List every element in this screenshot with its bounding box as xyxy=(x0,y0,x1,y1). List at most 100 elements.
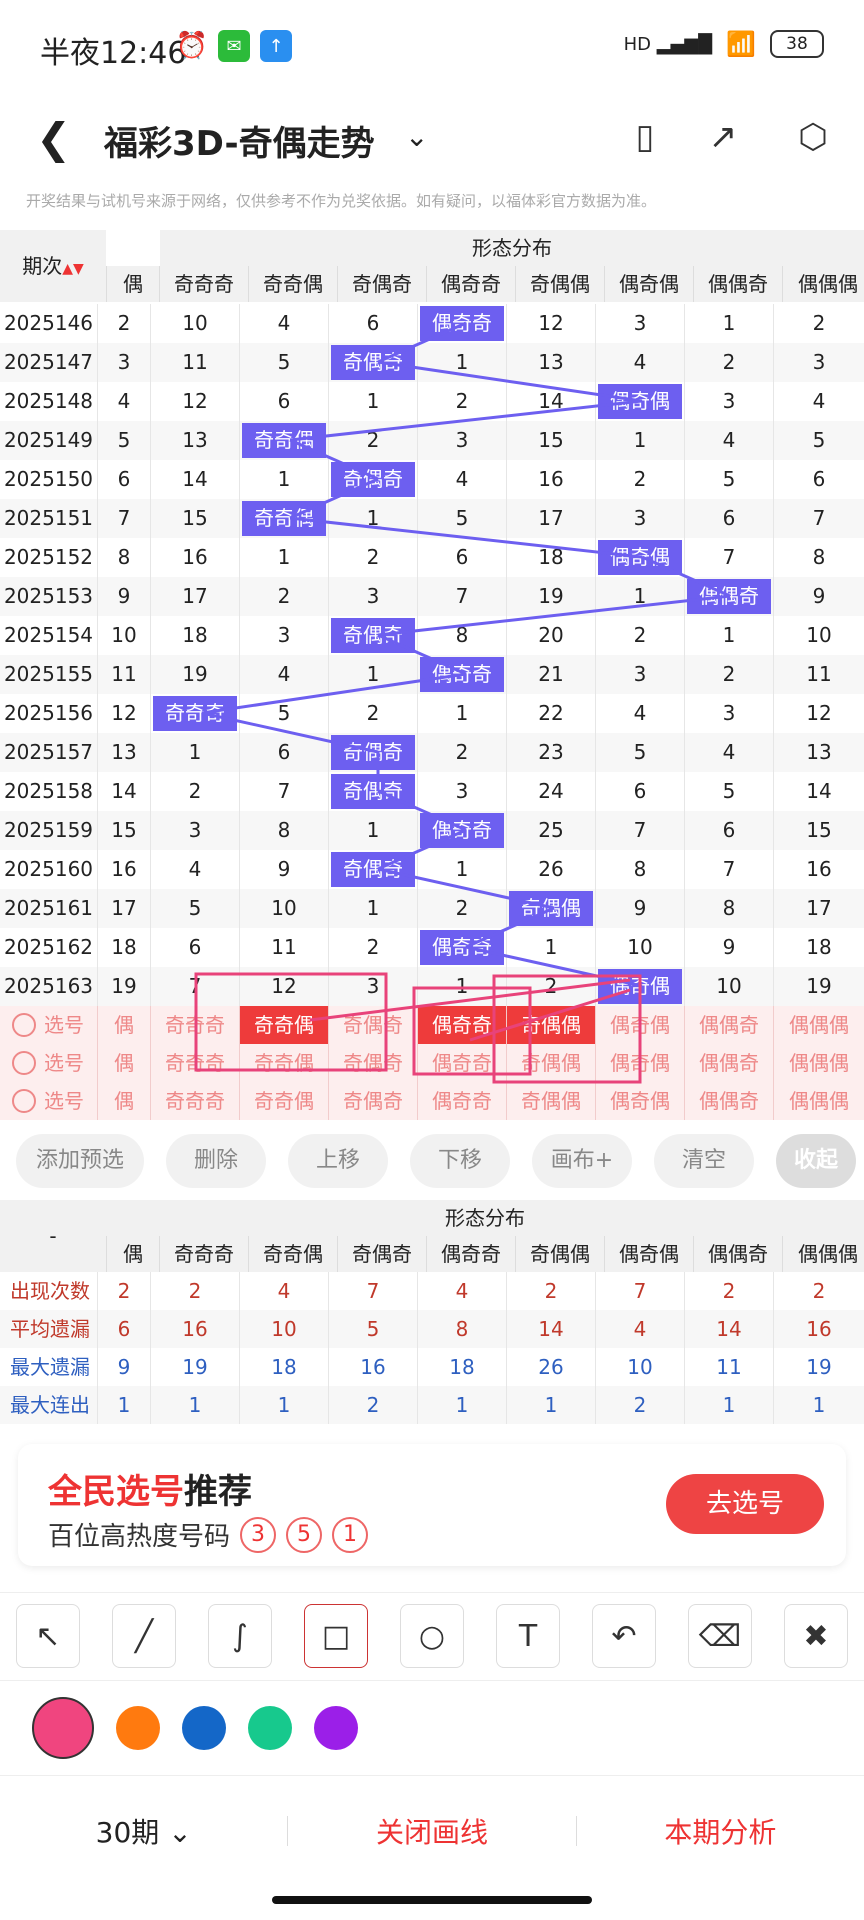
pick-cell[interactable]: 偶奇偶 xyxy=(595,1006,684,1044)
color-swatch[interactable] xyxy=(314,1706,358,1750)
settings-icon[interactable]: ⬡ xyxy=(786,110,840,164)
action-bar: 添加预选 删除 上移 下移 画布+ 清空 收起 xyxy=(0,1126,864,1196)
freehand-tool-icon[interactable]: ∫ xyxy=(208,1604,272,1668)
pick-cell[interactable]: 奇奇奇 xyxy=(150,1006,239,1044)
circle-tool-icon[interactable]: ○ xyxy=(400,1604,464,1668)
pick-cell[interactable]: 偶偶奇 xyxy=(684,1044,773,1082)
radio-icon[interactable] xyxy=(12,1013,36,1037)
pick-cell[interactable]: 偶奇奇 xyxy=(417,1044,506,1082)
clear-tool-icon[interactable]: ✖ xyxy=(784,1604,848,1668)
add-preselect-button[interactable]: 添加预选 xyxy=(16,1134,144,1188)
pick-cell[interactable]: 偶偶奇 xyxy=(684,1082,773,1120)
rectangle-tool-icon[interactable]: □ xyxy=(304,1604,368,1668)
radio-icon[interactable] xyxy=(12,1089,36,1113)
page-title[interactable]: 福彩3D-奇偶走势 xyxy=(104,116,375,165)
period-cell: 2025160 xyxy=(3,857,94,881)
period-select[interactable]: 30期 ⌄ xyxy=(0,1811,287,1851)
pick-cell[interactable]: 偶偶奇 xyxy=(684,1006,773,1044)
sort-icon[interactable]: ▲▼ xyxy=(62,261,84,277)
table-cell: 3 xyxy=(684,694,773,733)
pick-cell[interactable]: 偶奇奇 xyxy=(417,1006,506,1044)
promo-subtitle: 百位高热度号码 3 5 1 xyxy=(48,1516,369,1553)
pick-cell[interactable]: 偶奇偶 xyxy=(595,1044,684,1082)
pick-cell[interactable]: 奇偶偶 xyxy=(506,1044,595,1082)
stats-cell: 18 xyxy=(239,1348,328,1386)
arrow-tool-icon[interactable]: ↖ xyxy=(16,1604,80,1668)
stats-cell: 4 xyxy=(239,1272,328,1310)
table-cell: 2 xyxy=(328,421,417,460)
pick-cell[interactable]: 奇奇偶 xyxy=(239,1082,328,1120)
back-icon[interactable]: ❮ xyxy=(36,114,71,164)
color-swatch[interactable] xyxy=(116,1706,160,1750)
table-cell: 12 xyxy=(97,694,150,733)
stats-group-header: 形态分布 xyxy=(106,1200,864,1236)
close-line-button[interactable]: 关闭画线 xyxy=(288,1811,575,1851)
hit-badge: 奇偶奇 xyxy=(331,618,415,653)
table-cell: 2 xyxy=(328,538,417,577)
stats-cell: 1 xyxy=(506,1386,595,1424)
pick-cell[interactable]: 偶偶偶 xyxy=(773,1082,864,1120)
color-swatch[interactable] xyxy=(248,1706,292,1750)
pick-label[interactable]: 选号 xyxy=(0,1044,97,1082)
hit-badge: 奇偶奇 xyxy=(331,774,415,809)
color-swatch[interactable] xyxy=(32,1697,94,1759)
home-indicator[interactable] xyxy=(272,1896,592,1904)
pick-cell[interactable]: 奇奇偶 xyxy=(239,1006,328,1044)
stats-cell: 1 xyxy=(684,1386,773,1424)
pick-cell[interactable]: 奇偶奇 xyxy=(328,1082,417,1120)
pick-cell[interactable]: 偶 xyxy=(97,1044,150,1082)
pick-label-text: 选号 xyxy=(44,1013,84,1037)
color-swatch[interactable] xyxy=(182,1706,226,1750)
table-cell: 6 xyxy=(417,538,506,577)
collapse-button[interactable]: 收起 xyxy=(776,1134,856,1188)
move-down-button[interactable]: 下移 xyxy=(410,1134,510,1188)
pick-cell[interactable]: 奇偶偶 xyxy=(506,1006,595,1044)
period-cell: 2025149 xyxy=(3,428,94,452)
pick-cell[interactable]: 偶奇奇 xyxy=(417,1082,506,1120)
phone-layout-icon[interactable]: ▯ xyxy=(618,110,672,164)
canvas-button[interactable]: 画布+ xyxy=(532,1134,632,1188)
eraser-tool-icon[interactable]: ⌫ xyxy=(688,1604,752,1668)
period-header[interactable]: 期次▲▼ xyxy=(0,230,106,302)
chevron-down-icon[interactable]: ⌄ xyxy=(405,120,428,153)
analysis-button[interactable]: 本期分析 xyxy=(577,1811,864,1851)
undo-tool-icon[interactable]: ↶ xyxy=(592,1604,656,1668)
go-pick-button[interactable]: 去选号 xyxy=(666,1474,824,1534)
share-icon[interactable]: ↗ xyxy=(696,110,750,164)
pick-cell[interactable]: 奇奇偶 xyxy=(239,1044,328,1082)
pick-cell[interactable]: 偶偶偶 xyxy=(773,1006,864,1044)
stats-cell: 2 xyxy=(150,1272,239,1310)
table-row: 2025149 5 13 奇奇偶 2 3 15 1 4 5 xyxy=(0,421,864,460)
pick-cell[interactable]: 偶奇偶 xyxy=(595,1082,684,1120)
pick-cell[interactable]: 奇奇奇 xyxy=(150,1082,239,1120)
pick-label[interactable]: 选号 xyxy=(0,1006,97,1044)
table-cell: 6 xyxy=(684,811,773,850)
pick-cell[interactable]: 偶偶偶 xyxy=(773,1044,864,1082)
pick-cell[interactable]: 偶 xyxy=(97,1082,150,1120)
table-cell: 6 xyxy=(773,460,864,499)
pick-label[interactable]: 选号 xyxy=(0,1082,97,1120)
hd-label: HD xyxy=(623,33,652,55)
table-cell: 25 xyxy=(506,811,595,850)
table-cell: 偶奇偶 xyxy=(595,967,684,1006)
stats-label: 出现次数 xyxy=(10,1279,90,1303)
table-cell: 3 xyxy=(684,382,773,421)
delete-button[interactable]: 删除 xyxy=(166,1134,266,1188)
pick-cell[interactable]: 奇偶奇 xyxy=(328,1006,417,1044)
stats-cell: 7 xyxy=(328,1272,417,1310)
table-cell: 2 xyxy=(150,772,239,811)
clear-button[interactable]: 清空 xyxy=(654,1134,754,1188)
radio-icon[interactable] xyxy=(12,1051,36,1075)
stats-cell: 16 xyxy=(328,1348,417,1386)
pick-cell[interactable]: 偶 xyxy=(97,1006,150,1044)
pick-cell[interactable]: 奇偶偶 xyxy=(506,1082,595,1120)
pick-cell[interactable]: 奇偶奇 xyxy=(328,1044,417,1082)
move-up-button[interactable]: 上移 xyxy=(288,1134,388,1188)
stats-cell: 4 xyxy=(595,1310,684,1348)
pick-cell[interactable]: 奇奇奇 xyxy=(150,1044,239,1082)
line-tool-icon[interactable]: ╱ xyxy=(112,1604,176,1668)
stats-row: 最大连出 1 1 1 2 1 1 2 1 1 xyxy=(0,1386,864,1424)
stats-cell: 19 xyxy=(773,1348,864,1386)
text-tool-icon[interactable]: T xyxy=(496,1604,560,1668)
table-cell: 13 xyxy=(506,343,595,382)
